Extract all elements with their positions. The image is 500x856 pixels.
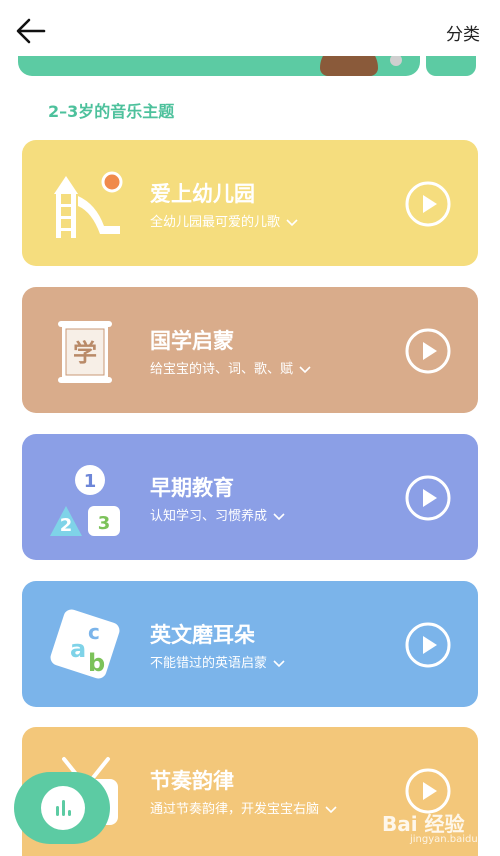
watermark-logo: Bai 经验: [382, 812, 465, 836]
svg-text:3: 3: [98, 513, 111, 534]
theme-card-early-education[interactable]: 1 2 3 早期教育 认知学习、习惯养成: [22, 434, 478, 560]
theme-card-kindergarten[interactable]: 爱上幼儿园 全幼儿园最可爱的儿歌: [22, 140, 478, 266]
card-subtitle-text: 通过节奏韵律，开发宝宝右脑: [150, 802, 320, 817]
card-subtitle[interactable]: 认知学习、习惯养成: [150, 505, 285, 524]
equalizer-icon: [41, 786, 85, 830]
chevron-down-icon: [299, 365, 311, 373]
section-title: 2–3岁的音乐主题: [48, 102, 175, 121]
watermark-url: jingyan.baidu.com: [410, 834, 500, 845]
play-button-icon[interactable]: [404, 180, 452, 228]
play-button-icon[interactable]: [404, 474, 452, 522]
chevron-down-icon: [286, 218, 298, 226]
card-subtitle-text: 不能错过的英语启蒙: [150, 656, 268, 671]
card-title: 英文磨耳朵: [150, 623, 255, 647]
number-blocks-icon: 1 2 3: [50, 465, 120, 536]
play-button-icon[interactable]: [404, 621, 452, 669]
arrow-left-icon: [16, 18, 46, 44]
chevron-down-icon: [273, 512, 285, 520]
card-title: 国学启蒙: [150, 329, 234, 353]
abc-block-icon: a c b: [50, 609, 120, 679]
svg-text:1: 1: [84, 471, 97, 492]
floating-player-button[interactable]: [14, 772, 110, 844]
card-title: 早期教育: [150, 476, 234, 500]
card-subtitle-text: 全幼儿园最可爱的儿歌: [150, 215, 281, 230]
banner-next-slide: [426, 56, 476, 76]
card-title: 爱上幼儿园: [150, 182, 255, 206]
svg-text:学: 学: [73, 339, 97, 367]
svg-text:c: c: [88, 620, 100, 644]
svg-text:2: 2: [60, 515, 73, 536]
card-title: 节奏韵律: [150, 769, 234, 793]
chevron-down-icon: [325, 805, 337, 813]
category-button[interactable]: 分类: [446, 20, 480, 45]
banner[interactable]: [18, 56, 476, 78]
svg-text:b: b: [88, 649, 105, 677]
bear-illustration-icon: [320, 56, 378, 76]
scroll-icon: 学: [58, 321, 112, 383]
top-bar: 分类: [0, 0, 500, 62]
card-subtitle[interactable]: 通过节奏韵律，开发宝宝右脑: [150, 798, 337, 817]
card-subtitle-text: 认知学习、习惯养成: [150, 509, 268, 524]
play-button-icon[interactable]: [404, 327, 452, 375]
svg-text:a: a: [70, 635, 86, 663]
back-button[interactable]: [14, 16, 48, 46]
card-subtitle[interactable]: 给宝宝的诗、词、歌、赋: [150, 358, 311, 377]
chevron-down-icon: [273, 659, 285, 667]
theme-card-english[interactable]: a c b 英文磨耳朵 不能错过的英语启蒙: [22, 581, 478, 707]
card-subtitle[interactable]: 不能错过的英语启蒙: [150, 652, 285, 671]
card-subtitle[interactable]: 全幼儿园最可爱的儿歌: [150, 211, 298, 230]
card-subtitle-text: 给宝宝的诗、词、歌、赋: [150, 362, 294, 377]
theme-card-chinese-classics[interactable]: 学 国学启蒙 给宝宝的诗、词、歌、赋: [22, 287, 478, 413]
slide-icon: [54, 171, 123, 238]
